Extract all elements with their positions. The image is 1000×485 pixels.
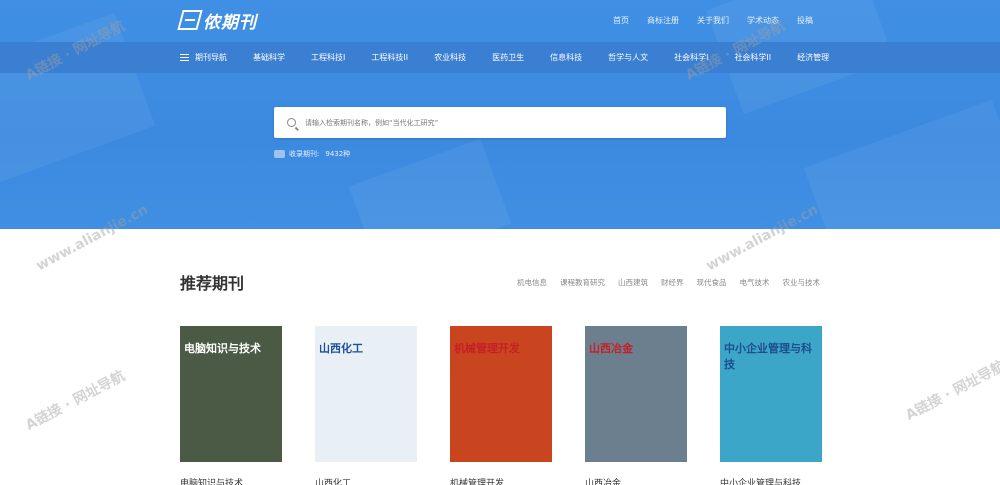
top-link-submit[interactable]: 投稿 [797,15,813,26]
nav-item[interactable]: 基础科学 [253,52,285,63]
hero-decoration [803,99,1000,229]
top-link-about[interactable]: 关于我们 [697,15,729,26]
journal-card[interactable]: 山西冶金 山西冶金 [585,326,687,485]
nav-item[interactable]: 农业科技 [434,52,466,63]
search-input[interactable] [305,118,705,127]
top-link-academic[interactable]: 学术动态 [747,15,779,26]
journal-name[interactable]: 山西冶金 [585,476,687,485]
nav-item[interactable]: 医药卫生 [492,52,524,63]
journal-name[interactable]: 机械管理开发 [450,476,552,485]
tag-link[interactable]: 机电信息 [517,277,547,288]
journal-card[interactable]: 山西化工 山西化工 [315,326,417,485]
top-link-trademark[interactable]: 商标注册 [647,15,679,26]
journal-cover[interactable]: 山西冶金 [585,326,687,462]
cover-title: 中小企业管理与科技 [724,342,812,371]
journal-card[interactable]: 机械管理开发 机械管理开发 [450,326,552,485]
nav-item[interactable]: 工程科技I [311,52,345,63]
tag-link[interactable]: 电气技术 [740,277,770,288]
journal-card[interactable]: 电脑知识与技术 电脑知识与技术 [180,326,282,485]
section-title: 推荐期刊 [180,274,245,293]
top-link-home[interactable]: 首页 [613,15,629,26]
tag-link[interactable]: 现代食品 [697,277,727,288]
hero-banner: 侬期刊 首页 商标注册 关于我们 学术动态 投稿 期刊导航 基础科学 工程科技I… [0,0,1000,229]
site-logo[interactable]: 侬期刊 [177,6,257,34]
journal-list: 电脑知识与技术 电脑知识与技术 山西化工 山西化工 机械管理开发 机械管理开发 … [180,326,840,485]
menu-icon[interactable] [180,54,189,61]
cover-title: 山西冶金 [589,342,633,355]
logo-text: 侬期刊 [203,12,257,33]
journal-cover[interactable]: 山西化工 [315,326,417,462]
journal-card[interactable]: 中小企业管理与科技 中小企业管理与科技 [720,326,822,485]
tag-link[interactable]: 农业与技术 [783,277,821,288]
nav-item[interactable]: 社会科学II [734,52,771,63]
recommend-tags: 机电信息 课程教育研究 山西建筑 财经界 现代食品 电气技术 农业与技术 [517,277,820,288]
nav-item[interactable]: 社会科学I [674,52,708,63]
tag-link[interactable]: 财经界 [661,277,684,288]
hero-decoration [348,138,512,229]
nav-item[interactable]: 信息科技 [550,52,582,63]
tag-link[interactable]: 课程教育研究 [560,277,605,288]
search-box [274,107,726,138]
watermark: A链接 · 网址导航 [23,368,128,434]
watermark: A链接 · 网址导航 [903,358,1000,424]
books-icon [274,150,285,158]
tag-link[interactable]: 山西建筑 [618,277,648,288]
collected-count: 收录期刊: 9432种 [274,149,356,159]
nav-item[interactable]: 经济管理 [797,52,829,63]
journal-name[interactable]: 山西化工 [315,476,417,485]
journal-cover[interactable]: 机械管理开发 [450,326,552,462]
search-icon[interactable] [287,118,296,127]
nav-journal-guide[interactable]: 期刊导航 [195,52,227,63]
journal-name[interactable]: 电脑知识与技术 [180,476,282,485]
nav-item[interactable]: 工程科技II [371,52,408,63]
category-nav: 期刊导航 基础科学 工程科技I 工程科技II 农业科技 医药卫生 信息科技 哲学… [0,42,1000,73]
journal-cover[interactable]: 电脑知识与技术 [180,326,282,462]
logo-icon [177,10,203,30]
journal-name[interactable]: 中小企业管理与科技 [720,476,822,485]
cover-title: 山西化工 [319,342,363,355]
journal-cover[interactable]: 中小企业管理与科技 [720,326,822,462]
top-links: 首页 商标注册 关于我们 学术动态 投稿 [613,15,813,26]
cover-title: 电脑知识与技术 [184,342,261,355]
collected-value: 9432种 [325,150,351,158]
cover-title: 机械管理开发 [454,342,520,355]
nav-item[interactable]: 哲学与人文 [608,52,648,63]
top-bar: 侬期刊 首页 商标注册 关于我们 学术动态 投稿 [0,0,1000,42]
collected-label: 收录期刊: [289,150,320,158]
